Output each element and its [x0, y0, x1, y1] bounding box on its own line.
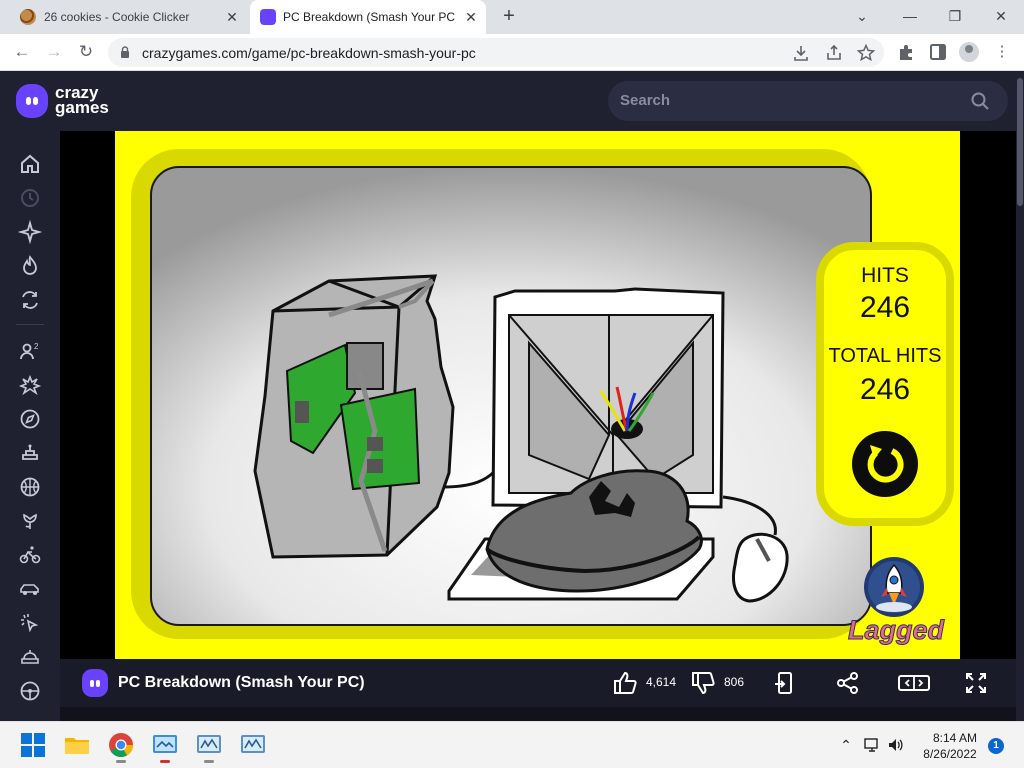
trending-icon[interactable]	[18, 254, 42, 278]
svg-text:2: 2	[34, 342, 39, 351]
restart-button[interactable]	[852, 431, 918, 497]
casual-icon[interactable]	[18, 441, 42, 465]
profile-icon[interactable]	[959, 42, 979, 62]
crazygames-game-icon	[82, 669, 108, 697]
search-input[interactable]: Search	[608, 81, 1008, 121]
crazygames-logo-text[interactable]: crazy games	[55, 84, 109, 117]
search-placeholder: Search	[620, 92, 671, 109]
lagged-logo[interactable]: Lagged	[837, 555, 955, 651]
car-icon[interactable]	[18, 577, 42, 601]
below-game-strip	[60, 707, 1016, 721]
tab-close-icon[interactable]: ✕	[461, 7, 481, 27]
basketball-icon[interactable]	[18, 475, 42, 499]
star-icon[interactable]	[856, 43, 876, 63]
browser-toolbar: ← → ↻ crazygames.com/game/pc-breakdown-s…	[0, 34, 1024, 71]
window-close-icon[interactable]: ✕	[987, 4, 1015, 28]
rocket-icon	[864, 557, 924, 617]
chrome-icon[interactable]	[108, 732, 134, 758]
windows-start-icon[interactable]	[20, 732, 46, 758]
sidebar-divider	[16, 324, 44, 325]
page-scrollbar-thumb[interactable]	[1017, 78, 1023, 206]
clicker-icon[interactable]	[18, 611, 42, 635]
total-hits-value: 246	[859, 373, 911, 406]
crazygames-logo-icon[interactable]	[16, 84, 48, 118]
thumbs-down-icon[interactable]	[690, 670, 716, 696]
address-bar[interactable]: crazygames.com/game/pc-breakdown-smash-y…	[108, 38, 884, 67]
menu-icon[interactable]: ⋮	[991, 41, 1013, 63]
browser-tab-strip: 26 cookies - Cookie Clicker ✕ PC Breakdo…	[0, 0, 1024, 34]
tab-title: 26 cookies - Cookie Clicker	[44, 10, 190, 24]
updated-icon[interactable]	[18, 288, 42, 312]
hits-value: 246	[859, 291, 911, 324]
app-icon-1[interactable]	[152, 732, 178, 758]
logo-line-games: games	[55, 98, 109, 117]
fullscreen-icon[interactable]	[963, 670, 989, 696]
restart-icon	[867, 445, 904, 483]
dislikes-count: 806	[724, 675, 745, 689]
app-icon-2[interactable]	[196, 732, 222, 758]
restore-icon[interactable]: ❐	[941, 4, 969, 28]
new-icon[interactable]	[17, 219, 43, 245]
share-icon[interactable]	[824, 43, 844, 63]
home-icon[interactable]	[18, 152, 42, 176]
report-icon[interactable]	[772, 670, 798, 696]
bike-icon[interactable]	[18, 543, 42, 567]
minimize-icon[interactable]: —	[896, 4, 924, 28]
driving-icon[interactable]	[18, 679, 42, 703]
notification-badge[interactable]: 1	[988, 738, 1004, 754]
category-sidebar: 2	[0, 131, 60, 721]
file-explorer-icon[interactable]	[64, 732, 90, 758]
reload-button[interactable]: ↻	[74, 40, 98, 64]
lagged-wordmark: Lagged	[847, 615, 944, 646]
action-icon[interactable]	[18, 373, 42, 397]
cookie-favicon-icon	[20, 9, 36, 25]
share-icon[interactable]	[835, 670, 861, 696]
adventure-icon[interactable]	[18, 407, 42, 431]
lock-icon[interactable]	[120, 46, 130, 58]
game-info-bar: PC Breakdown (Smash Your PC) 4,614 806	[60, 659, 1016, 707]
new-tab-button[interactable]: +	[498, 6, 520, 28]
hits-label: HITS	[861, 264, 909, 287]
search-icon[interactable]	[970, 91, 990, 111]
network-icon[interactable]	[863, 736, 881, 754]
tab-cookie-clicker[interactable]: 26 cookies - Cookie Clicker ✕	[0, 0, 248, 34]
volume-icon[interactable]	[887, 736, 905, 754]
tab-search-dropdown-icon[interactable]: ⌄	[848, 4, 876, 28]
likes-count: 4,614	[646, 675, 677, 689]
sidepanel-icon[interactable]	[927, 41, 949, 63]
recent-icon[interactable]	[18, 186, 42, 210]
site-header: crazy games Search	[0, 71, 1024, 131]
extensions-icon[interactable]	[895, 41, 917, 63]
show-hidden-icons-chevron-icon[interactable]: ⌃	[837, 736, 855, 754]
total-hits-label: TOTAL HITS	[828, 345, 942, 367]
smashed-pc-tower[interactable]	[253, 274, 455, 559]
windows-taskbar: ⌃ 8:14 AM 8/26/2022 1	[0, 721, 1024, 768]
tab-title: PC Breakdown (Smash Your PC) on CrazyGam…	[283, 10, 455, 24]
clock-date[interactable]: 8/26/2022	[918, 747, 982, 761]
theater-mode-icon[interactable]	[897, 670, 931, 696]
clock-time[interactable]: 8:14 AM	[928, 731, 982, 745]
game-canvas[interactable]: HITS 246 TOTAL HITS 246 Lagged	[115, 131, 960, 659]
download-icon[interactable]	[791, 43, 811, 63]
app-1-active-indicator	[160, 760, 170, 763]
hits-panel: HITS 246 TOTAL HITS 246	[816, 242, 954, 526]
game-title: PC Breakdown (Smash Your PC)	[118, 674, 365, 691]
back-button[interactable]: ←	[10, 40, 34, 64]
crazygames-favicon-icon	[260, 9, 276, 25]
forward-button[interactable]: →	[42, 40, 66, 64]
url-text[interactable]: crazygames.com/game/pc-breakdown-smash-y…	[142, 45, 476, 61]
thumbs-up-icon[interactable]	[612, 670, 638, 696]
app-2-running-indicator	[204, 760, 214, 763]
cooking-icon[interactable]	[18, 645, 42, 669]
tab-close-icon[interactable]: ✕	[222, 7, 242, 27]
tab-pc-breakdown[interactable]: PC Breakdown (Smash Your PC) on CrazyGam…	[250, 0, 486, 34]
app-icon-3[interactable]	[240, 732, 266, 758]
flower-icon[interactable]	[18, 509, 42, 533]
chrome-running-indicator	[116, 760, 126, 763]
multiplayer-icon[interactable]: 2	[18, 339, 42, 363]
